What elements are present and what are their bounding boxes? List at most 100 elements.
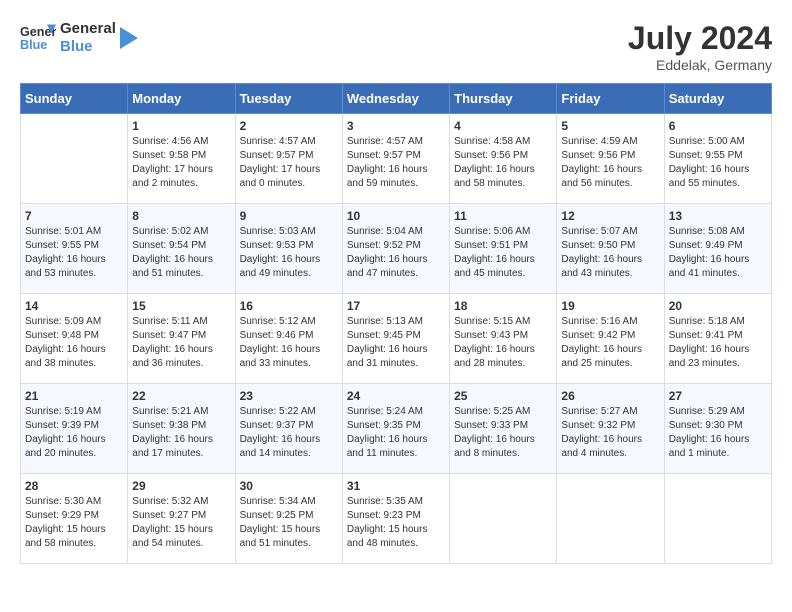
calendar-day-cell: 19Sunrise: 5:16 AM Sunset: 9:42 PM Dayli…	[557, 294, 664, 384]
day-info: Sunrise: 5:09 AM Sunset: 9:48 PM Dayligh…	[25, 315, 123, 371]
day-info: Sunrise: 5:32 AM Sunset: 9:27 PM Dayligh…	[132, 495, 230, 551]
day-number: 21	[25, 389, 123, 403]
day-number: 1	[132, 119, 230, 133]
calendar-day-cell: 7 Sunrise: 5:01 AM Sunset: 9:55 PM Daylig…	[21, 204, 128, 294]
calendar-day-cell: 3Sunrise: 4:57 AM Sunset: 9:57 PM Daylig…	[342, 114, 449, 204]
calendar-day-cell: 4 Sunrise: 4:58 AM Sunset: 9:56 PM Daylig…	[450, 114, 557, 204]
day-info: Sunrise: 5:02 AM Sunset: 9:54 PM Dayligh…	[132, 225, 230, 281]
day-info: Sunrise: 5:25 AM Sunset: 9:33 PM Dayligh…	[454, 405, 552, 461]
page-header: General Blue General Blue July 2024 Edde…	[20, 20, 772, 73]
logo: General Blue General Blue	[20, 20, 138, 56]
calendar-day-cell	[21, 114, 128, 204]
day-info: Sunrise: 5:22 AM Sunset: 9:37 PM Dayligh…	[240, 405, 338, 461]
month-year-title: July 2024	[628, 20, 772, 57]
day-info: Sunrise: 5:34 AM Sunset: 9:25 PM Dayligh…	[240, 495, 338, 551]
day-number: 10	[347, 209, 445, 223]
day-info: Sunrise: 5:13 AM Sunset: 9:45 PM Dayligh…	[347, 315, 445, 371]
calendar-day-cell: 9 Sunrise: 5:03 AM Sunset: 9:53 PM Daylig…	[235, 204, 342, 294]
weekday-header: Saturday	[664, 84, 771, 114]
calendar-day-cell: 26 Sunrise: 5:27 AM Sunset: 9:32 PM Dayli…	[557, 384, 664, 474]
calendar-week-row: 1 Sunrise: 4:56 AM Sunset: 9:58 PM Daylig…	[21, 114, 772, 204]
day-info: Sunrise: 5:30 AM Sunset: 9:29 PM Dayligh…	[25, 495, 123, 551]
day-number: 26	[561, 389, 659, 403]
day-number: 25	[454, 389, 552, 403]
day-info: Sunrise: 5:27 AM Sunset: 9:32 PM Dayligh…	[561, 405, 659, 461]
day-number: 7	[25, 209, 123, 223]
calendar-day-cell: 15Sunrise: 5:11 AM Sunset: 9:47 PM Dayli…	[128, 294, 235, 384]
calendar-day-cell: 12 Sunrise: 5:07 AM Sunset: 9:50 PM Dayli…	[557, 204, 664, 294]
day-info: Sunrise: 5:21 AM Sunset: 9:38 PM Dayligh…	[132, 405, 230, 461]
day-number: 28	[25, 479, 123, 493]
day-info: Sunrise: 5:08 AM Sunset: 9:49 PM Dayligh…	[669, 225, 767, 281]
logo-icon: General Blue	[20, 20, 56, 56]
day-number: 9	[240, 209, 338, 223]
day-number: 16	[240, 299, 338, 313]
calendar-day-cell: 25 Sunrise: 5:25 AM Sunset: 9:33 PM Dayli…	[450, 384, 557, 474]
calendar-day-cell: 22 Sunrise: 5:21 AM Sunset: 9:38 PM Dayli…	[128, 384, 235, 474]
calendar-day-cell: 13 Sunrise: 5:08 AM Sunset: 9:49 PM Dayli…	[664, 204, 771, 294]
logo-text: General	[60, 20, 116, 38]
day-info: Sunrise: 4:57 AM Sunset: 9:57 PM Dayligh…	[347, 135, 445, 191]
day-info: Sunrise: 5:04 AM Sunset: 9:52 PM Dayligh…	[347, 225, 445, 281]
day-number: 18	[454, 299, 552, 313]
day-number: 12	[561, 209, 659, 223]
day-number: 24	[347, 389, 445, 403]
calendar-day-cell: 30 Sunrise: 5:34 AM Sunset: 9:25 PM Dayli…	[235, 474, 342, 564]
calendar-week-row: 21Sunrise: 5:19 AM Sunset: 9:39 PM Dayli…	[21, 384, 772, 474]
day-info: Sunrise: 5:24 AM Sunset: 9:35 PM Dayligh…	[347, 405, 445, 461]
day-number: 23	[240, 389, 338, 403]
day-number: 27	[669, 389, 767, 403]
calendar-day-cell: 10 Sunrise: 5:04 AM Sunset: 9:52 PM Dayli…	[342, 204, 449, 294]
svg-text:Blue: Blue	[20, 38, 47, 52]
day-info: Sunrise: 5:29 AM Sunset: 9:30 PM Dayligh…	[669, 405, 767, 461]
day-number: 13	[669, 209, 767, 223]
day-info: Sunrise: 4:58 AM Sunset: 9:56 PM Dayligh…	[454, 135, 552, 191]
day-info: Sunrise: 4:59 AM Sunset: 9:56 PM Dayligh…	[561, 135, 659, 191]
day-info: Sunrise: 5:03 AM Sunset: 9:53 PM Dayligh…	[240, 225, 338, 281]
calendar-day-cell: 27 Sunrise: 5:29 AM Sunset: 9:30 PM Dayli…	[664, 384, 771, 474]
calendar-day-cell: 11 Sunrise: 5:06 AM Sunset: 9:51 PM Dayli…	[450, 204, 557, 294]
day-number: 14	[25, 299, 123, 313]
day-number: 8	[132, 209, 230, 223]
calendar-day-cell: 31Sunrise: 5:35 AM Sunset: 9:23 PM Dayli…	[342, 474, 449, 564]
title-block: July 2024 Eddelak, Germany	[628, 20, 772, 73]
calendar-day-cell: 29 Sunrise: 5:32 AM Sunset: 9:27 PM Dayli…	[128, 474, 235, 564]
calendar-day-cell: 6 Sunrise: 5:00 AM Sunset: 9:55 PM Daylig…	[664, 114, 771, 204]
day-info: Sunrise: 4:56 AM Sunset: 9:58 PM Dayligh…	[132, 135, 230, 191]
logo-arrow-icon	[120, 27, 138, 49]
day-info: Sunrise: 5:15 AM Sunset: 9:43 PM Dayligh…	[454, 315, 552, 371]
day-number: 17	[347, 299, 445, 313]
calendar-day-cell	[664, 474, 771, 564]
day-info: Sunrise: 5:01 AM Sunset: 9:55 PM Dayligh…	[25, 225, 123, 281]
day-info: Sunrise: 5:18 AM Sunset: 9:41 PM Dayligh…	[669, 315, 767, 371]
calendar-day-cell: 21Sunrise: 5:19 AM Sunset: 9:39 PM Dayli…	[21, 384, 128, 474]
calendar-week-row: 7 Sunrise: 5:01 AM Sunset: 9:55 PM Daylig…	[21, 204, 772, 294]
day-number: 29	[132, 479, 230, 493]
day-number: 6	[669, 119, 767, 133]
day-info: Sunrise: 5:12 AM Sunset: 9:46 PM Dayligh…	[240, 315, 338, 371]
calendar-day-cell: 14 Sunrise: 5:09 AM Sunset: 9:48 PM Dayli…	[21, 294, 128, 384]
calendar-day-cell: 18 Sunrise: 5:15 AM Sunset: 9:43 PM Dayli…	[450, 294, 557, 384]
weekday-header: Wednesday	[342, 84, 449, 114]
logo-subtext: Blue	[60, 38, 116, 56]
day-info: Sunrise: 5:11 AM Sunset: 9:47 PM Dayligh…	[132, 315, 230, 371]
calendar-day-cell: 5 Sunrise: 4:59 AM Sunset: 9:56 PM Daylig…	[557, 114, 664, 204]
day-number: 22	[132, 389, 230, 403]
weekday-header: Thursday	[450, 84, 557, 114]
calendar-day-cell: 1 Sunrise: 4:56 AM Sunset: 9:58 PM Daylig…	[128, 114, 235, 204]
day-number: 30	[240, 479, 338, 493]
day-number: 5	[561, 119, 659, 133]
day-info: Sunrise: 5:07 AM Sunset: 9:50 PM Dayligh…	[561, 225, 659, 281]
day-number: 11	[454, 209, 552, 223]
weekday-header: Monday	[128, 84, 235, 114]
calendar-day-cell	[450, 474, 557, 564]
day-info: Sunrise: 5:06 AM Sunset: 9:51 PM Dayligh…	[454, 225, 552, 281]
day-info: Sunrise: 5:16 AM Sunset: 9:42 PM Dayligh…	[561, 315, 659, 371]
day-number: 4	[454, 119, 552, 133]
day-number: 2	[240, 119, 338, 133]
weekday-header: Sunday	[21, 84, 128, 114]
day-info: Sunrise: 5:35 AM Sunset: 9:23 PM Dayligh…	[347, 495, 445, 551]
weekday-header: Tuesday	[235, 84, 342, 114]
day-info: Sunrise: 5:00 AM Sunset: 9:55 PM Dayligh…	[669, 135, 767, 191]
location-subtitle: Eddelak, Germany	[628, 57, 772, 73]
